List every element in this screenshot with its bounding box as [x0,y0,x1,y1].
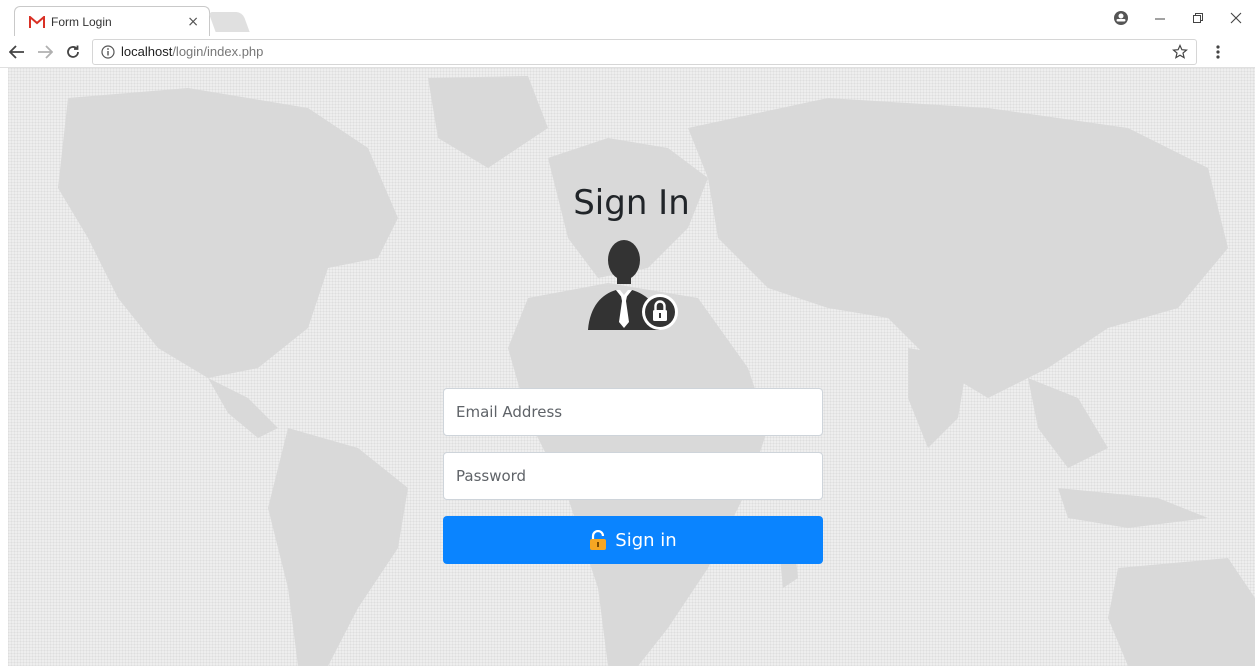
user-lock-icon [584,238,684,334]
browser-toolbar: localhost/login/index.php [0,36,1255,68]
url-text: localhost/login/index.php [121,44,263,59]
star-icon[interactable] [1172,43,1188,60]
url-path: /login/index.php [172,44,264,59]
back-arrow-icon[interactable] [6,41,28,63]
profile-icon[interactable] [1101,0,1141,36]
minimize-icon[interactable] [1141,0,1179,36]
address-bar[interactable]: localhost/login/index.php [92,38,1197,65]
world-map-background [58,76,1255,666]
page-title: Sign In [573,183,690,223]
page-viewport: Sign In Email Address Sign in [8,68,1255,666]
close-icon[interactable] [1217,0,1255,36]
reload-icon[interactable] [62,41,84,63]
restore-icon[interactable] [1179,0,1217,36]
sign-in-button[interactable]: Sign in [443,516,823,564]
password-field[interactable] [443,452,823,500]
tab-title: Form Login [51,14,112,29]
url-host: localhost [121,44,173,59]
tab-close-icon[interactable]: × [187,14,199,30]
sign-in-label: Sign in [615,529,677,551]
forward-arrow-icon[interactable] [34,41,56,63]
new-tab-button[interactable] [208,12,250,32]
email-field[interactable] [443,388,823,436]
kebab-menu-icon[interactable] [1205,39,1231,65]
unlock-icon [589,530,607,550]
info-icon[interactable] [101,44,115,59]
window-controls [1101,0,1255,36]
gmail-m-icon [29,15,45,29]
browser-tab-bar: Form Login × [0,0,1255,36]
browser-tab[interactable]: Form Login × [14,6,210,36]
